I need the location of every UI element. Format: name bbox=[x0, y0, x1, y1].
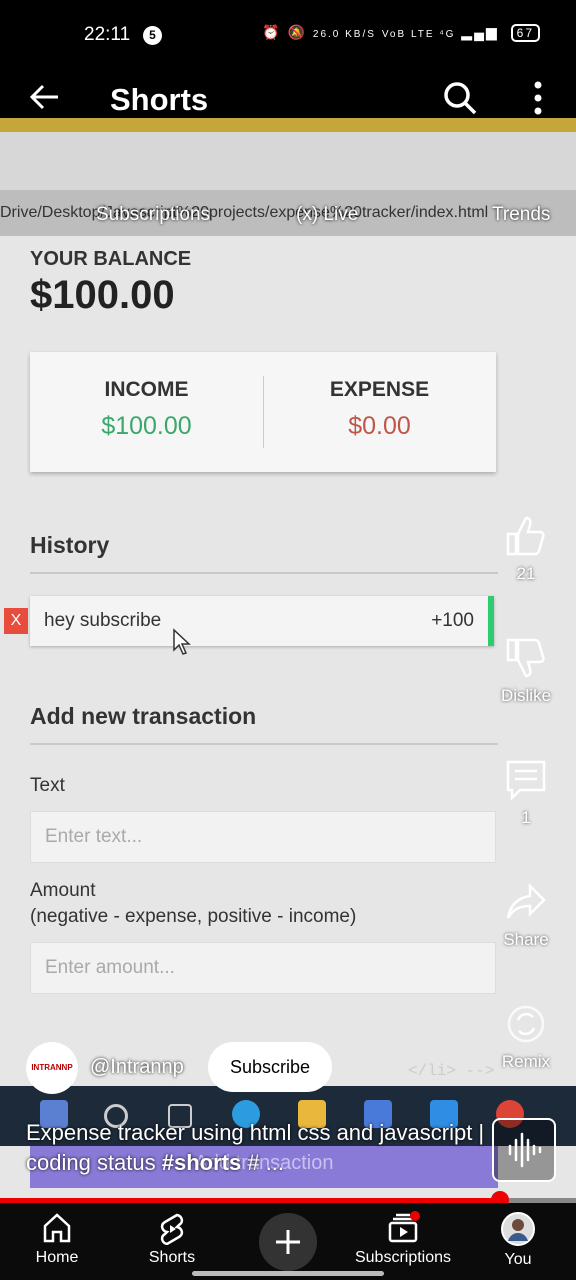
income-value: $100.00 bbox=[101, 412, 192, 440]
plus-icon bbox=[276, 1230, 300, 1254]
remix-label: Remix bbox=[501, 1052, 551, 1071]
signal-icon: ▂▄▆ bbox=[461, 24, 499, 40]
overlay-chip-live: (x) Live bbox=[296, 204, 359, 225]
alarm-icon: ⏰ bbox=[262, 24, 282, 40]
share-button[interactable]: Share bbox=[496, 880, 556, 950]
history-item-amount: +100 bbox=[431, 610, 474, 631]
sound-button[interactable] bbox=[492, 1118, 556, 1182]
expense-column: EXPENSE $0.00 bbox=[263, 378, 496, 441]
video-player[interactable]: Drive/Desktop/Javascript%20projects/expe… bbox=[0, 118, 576, 1200]
shorts-icon bbox=[160, 1213, 184, 1245]
channel-handle[interactable]: @Intrannp bbox=[90, 1056, 184, 1079]
history-title: History bbox=[30, 532, 110, 558]
nav-subscriptions-label: Subscriptions bbox=[354, 1249, 452, 1266]
back-arrow-icon[interactable] bbox=[28, 80, 62, 119]
history-divider bbox=[30, 572, 498, 574]
dislike-button[interactable]: Dislike bbox=[496, 636, 556, 706]
nav-shorts-label: Shorts bbox=[148, 1249, 196, 1266]
soundwave-icon bbox=[508, 1132, 542, 1168]
subscribe-button[interactable]: Subscribe bbox=[208, 1042, 332, 1092]
expense-label: EXPENSE bbox=[329, 378, 430, 401]
status-icons: ⏰ 🔕 26.0 KB/S VoB LTE ⁴G ▂▄▆ 67 bbox=[262, 24, 540, 42]
nav-home[interactable]: Home bbox=[7, 1211, 107, 1267]
dislike-label: Dislike bbox=[500, 686, 552, 705]
nav-you-label: You bbox=[504, 1251, 532, 1268]
thumbs-down-icon bbox=[506, 638, 545, 678]
add-transaction-title: Add new transaction bbox=[30, 703, 257, 729]
channel-logo-text: INTRANNP bbox=[31, 1063, 73, 1072]
comment-icon bbox=[506, 760, 546, 802]
balance-label: YOUR BALANCE bbox=[30, 248, 192, 270]
bottom-navigation: Home Shorts Subscriptions You bbox=[0, 1203, 576, 1280]
add-transaction-divider bbox=[30, 743, 498, 745]
text-input[interactable]: Enter text... bbox=[30, 811, 496, 863]
income-column: INCOME $100.00 bbox=[30, 378, 263, 441]
browser-toolbar bbox=[0, 132, 576, 192]
battery-indicator: 67 bbox=[510, 24, 540, 42]
remix-button[interactable]: Remix bbox=[496, 1002, 556, 1072]
network-indicator: VoB LTE ⁴G bbox=[381, 29, 456, 40]
url-text: Drive/Desktop/Javascript%20projects/expe… bbox=[0, 204, 489, 221]
status-time: 22:11 bbox=[84, 24, 131, 45]
comments-button[interactable]: 1 bbox=[496, 758, 556, 828]
code-fragment: </li> --> bbox=[408, 1062, 495, 1080]
video-caption[interactable]: Expense tracker using html css and javas… bbox=[26, 1118, 486, 1178]
amount-input[interactable]: Enter amount... bbox=[30, 942, 496, 994]
page-title: Shorts bbox=[110, 82, 209, 117]
nav-you[interactable]: You bbox=[468, 1211, 568, 1269]
create-button[interactable] bbox=[259, 1213, 317, 1271]
user-avatar-icon bbox=[501, 1212, 535, 1246]
income-label: INCOME bbox=[104, 378, 189, 401]
browser-top-strip bbox=[0, 118, 576, 132]
notification-count-badge: 5 bbox=[143, 26, 162, 45]
caption-more: # ... bbox=[241, 1150, 285, 1175]
caption-hashtag[interactable]: #shorts bbox=[162, 1150, 241, 1175]
thumbs-up-icon bbox=[506, 516, 545, 556]
income-expense-card: INCOME $100.00 EXPENSE $0.00 bbox=[30, 352, 496, 472]
nav-home-label: Home bbox=[35, 1249, 79, 1266]
mouse-cursor-icon bbox=[172, 628, 192, 661]
net-speed: 26.0 KB/S bbox=[312, 29, 376, 40]
share-icon bbox=[506, 882, 546, 919]
text-field-label: Text bbox=[30, 775, 65, 796]
amount-field-hint: (negative - expense, positive - income) bbox=[30, 906, 357, 927]
channel-avatar[interactable]: INTRANNP bbox=[26, 1042, 78, 1094]
remix-icon bbox=[507, 1005, 545, 1043]
overlay-chip-subscriptions: Subscriptions bbox=[96, 204, 211, 225]
nav-shorts[interactable]: Shorts bbox=[122, 1211, 222, 1267]
overlay-chip-trends: Trends bbox=[492, 204, 551, 225]
delete-transaction-button[interactable]: X bbox=[4, 608, 28, 634]
like-count: 21 bbox=[516, 564, 536, 583]
more-options-icon[interactable] bbox=[532, 80, 544, 121]
amount-field-label: Amount bbox=[30, 880, 96, 901]
nav-subscriptions[interactable]: Subscriptions bbox=[353, 1211, 453, 1267]
home-icon bbox=[43, 1213, 71, 1243]
search-icon[interactable] bbox=[442, 80, 478, 121]
mute-icon: 🔕 bbox=[287, 24, 307, 40]
home-indicator bbox=[192, 1271, 384, 1276]
share-label: Share bbox=[503, 930, 549, 949]
subscriptions-icon bbox=[388, 1211, 420, 1243]
like-button[interactable]: 21 bbox=[496, 514, 556, 584]
status-bar: 22:11 5 ⏰ 🔕 26.0 KB/S VoB LTE ⁴G ▂▄▆ 67 bbox=[0, 0, 576, 70]
history-item-text: hey subscribe bbox=[44, 610, 162, 631]
expense-tracker-app: YOUR BALANCE $100.00 INCOME $100.00 EXPE… bbox=[4, 248, 500, 1188]
expense-value: $0.00 bbox=[348, 412, 411, 440]
history-item[interactable]: hey subscribe +100 bbox=[30, 596, 494, 646]
comment-count: 1 bbox=[521, 808, 531, 827]
balance-value: $100.00 bbox=[30, 273, 175, 317]
